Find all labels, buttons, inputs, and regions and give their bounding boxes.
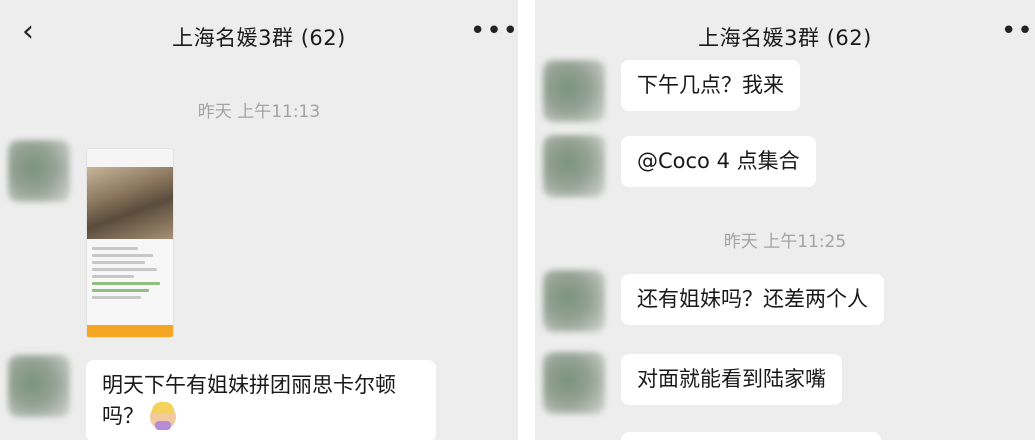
message-bubble-partial[interactable] — [621, 432, 881, 440]
message-bubble[interactable]: 对面就能看到陆家嘴 — [621, 354, 842, 405]
message-text: @Coco 4 点集合 — [637, 149, 800, 173]
group-title: 上海名媛3群 (62) — [172, 26, 346, 50]
message-bubble[interactable]: @Coco 4 点集合 — [621, 136, 816, 187]
message-text: 对面就能看到陆家嘴 — [637, 367, 826, 391]
avatar[interactable] — [543, 270, 605, 332]
avatar[interactable] — [8, 140, 70, 202]
message-timestamp: 昨天 上午11:13 — [197, 102, 321, 122]
avatar[interactable] — [543, 60, 605, 122]
chat-header: 上海名媛3群 (62) ••• — [535, 0, 1035, 68]
hotel-room-image — [87, 167, 173, 239]
more-options-icon[interactable]: ••• — [470, 16, 518, 46]
woman-raising-hand-emoji-icon — [150, 402, 176, 430]
group-title: 上海名媛3群 (62) — [698, 26, 872, 50]
message-timestamp: 昨天 上午11:25 — [723, 232, 847, 252]
chat-header: ‹ 上海名媛3群 (62) ••• — [0, 0, 518, 68]
message-text: 还有姐妹吗？还差两个人 — [637, 287, 868, 311]
message-bubble[interactable]: 还有姐妹吗？还差两个人 — [621, 274, 884, 325]
message-bubble[interactable]: 下午几点？我来 — [621, 60, 800, 111]
avatar[interactable] — [543, 135, 605, 197]
booking-bar — [87, 325, 173, 337]
message-text: 下午几点？我来 — [637, 73, 784, 97]
avatar[interactable] — [543, 352, 605, 414]
message-bubble[interactable]: 明天下午有姐妹拼团丽思卡尔顿吗？ — [86, 360, 436, 440]
avatar[interactable] — [8, 355, 70, 417]
message-text: 明天下午有姐妹拼团丽思卡尔顿吗？ — [102, 373, 396, 428]
more-options-icon[interactable]: ••• — [1001, 16, 1035, 46]
chat-window-right: 上海名媛3群 (62) ••• 下午几点？我来 @Coco 4 点集合 昨天 上… — [535, 0, 1035, 440]
shared-hotel-screenshot[interactable] — [86, 148, 174, 338]
chat-window-left: ‹ 上海名媛3群 (62) ••• 昨天 上午11:13 明天下午有姐妹拼团丽思… — [0, 0, 518, 440]
